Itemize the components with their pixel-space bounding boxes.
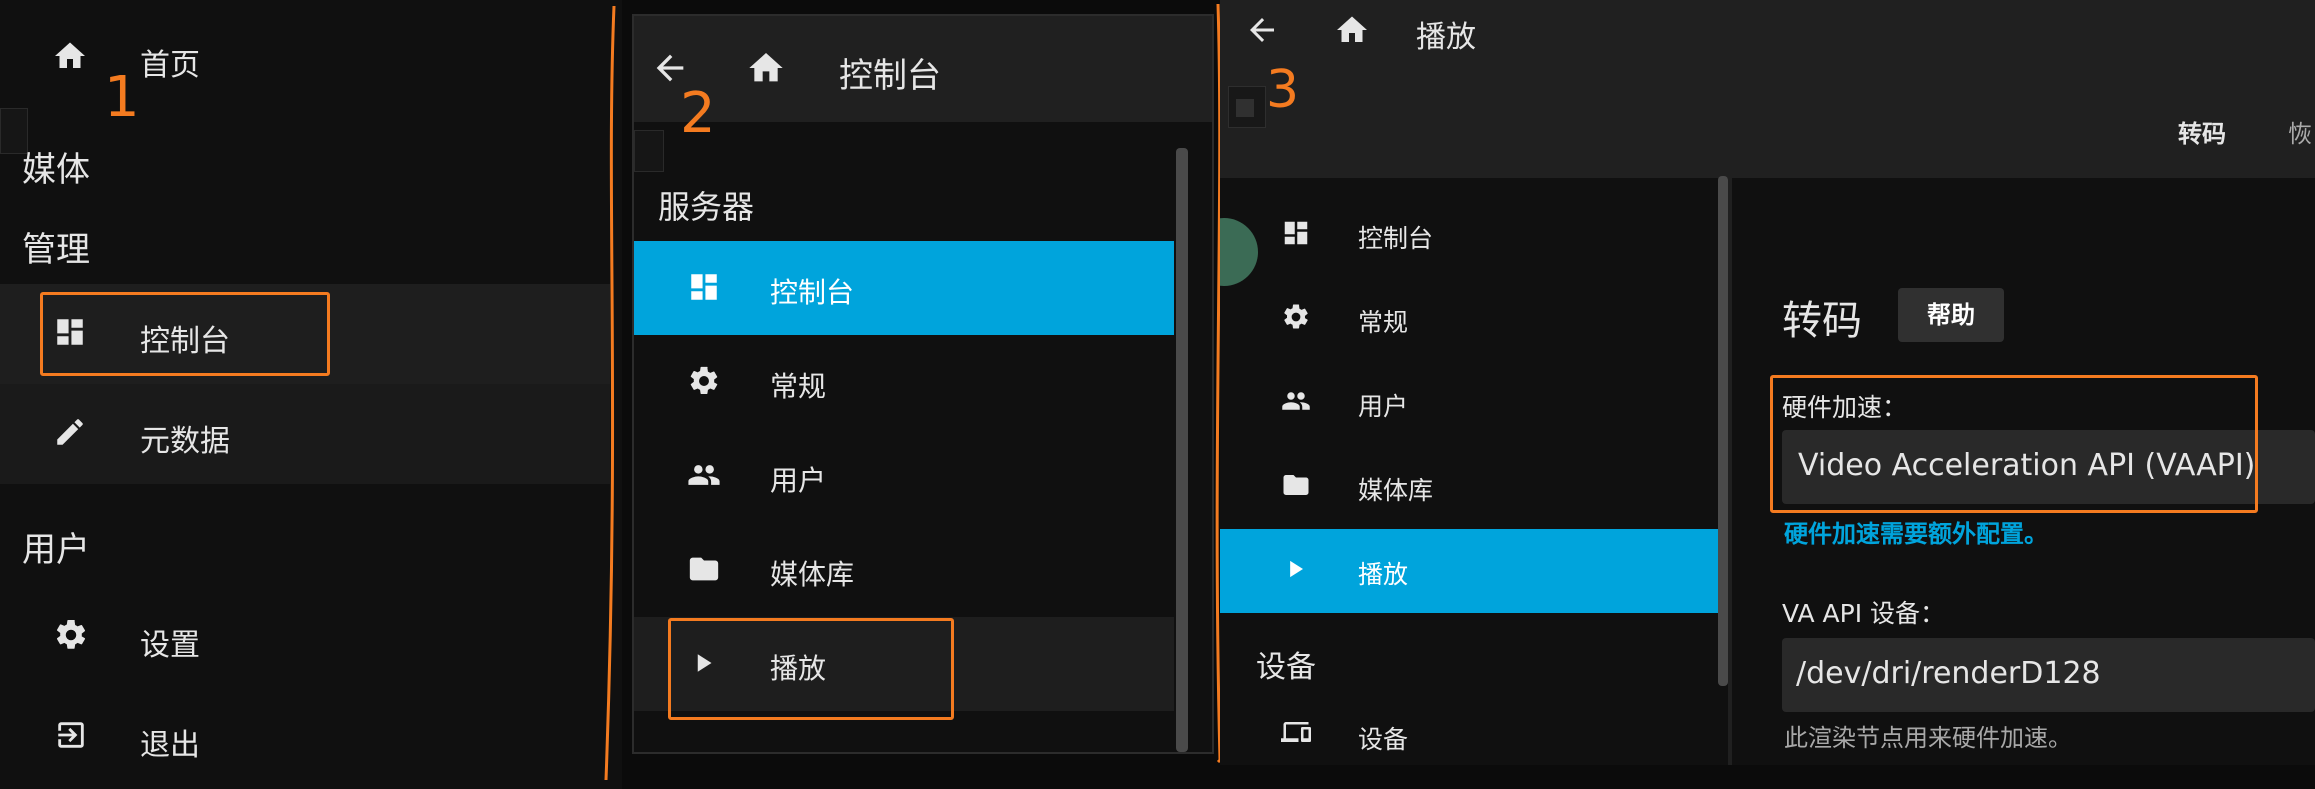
page-title: 转码 — [1782, 298, 1862, 344]
drawer-item-metadata[interactable]: 元数据 — [0, 384, 610, 484]
vaapi-device-help: 此渲染节点用来硬件加速。 — [1784, 724, 2072, 752]
nav-item-label: 用户 — [1358, 392, 1409, 421]
app-header: 控制台 — [634, 16, 1212, 122]
section-media: 媒体 — [22, 150, 90, 190]
users-icon — [684, 457, 724, 493]
highlight-box-hw-accel — [1770, 375, 2258, 513]
transcode-content: 转码 帮助 硬件加速： Video Acceleration API (VAAP… — [1732, 178, 2315, 765]
vaapi-device-label: VA API 设备： — [1782, 599, 1946, 628]
scrollbar[interactable] — [1176, 148, 1188, 752]
drawer-item-metadata-label: 元数据 — [140, 424, 230, 459]
panel-2-dashboard-drawer: 控制台 2 服务器 控制台 常规 用户 媒体库 播放 — [632, 14, 1214, 754]
section-server: 服务器 — [658, 188, 755, 226]
nav-item-label: 播放 — [1358, 560, 1409, 589]
highlight-box-playback — [668, 618, 954, 720]
nav-item-label: 控制台 — [770, 276, 855, 309]
gear-icon — [686, 363, 722, 399]
nav-item-label: 常规 — [770, 370, 827, 403]
back-arrow-icon[interactable] — [1242, 10, 1282, 50]
tab-transcode[interactable]: 转码 — [2178, 114, 2226, 149]
nav-item-dashboard[interactable]: 控制台 — [634, 241, 1174, 335]
drawer-item-settings[interactable]: 设置 — [0, 588, 610, 688]
nav-item-general[interactable]: 常规 — [634, 335, 1174, 429]
nav-item-label: 设备 — [1358, 725, 1409, 754]
home-icon — [50, 36, 90, 76]
faded-square-inner — [1236, 99, 1254, 117]
drawer-item-home[interactable]: 首页 — [0, 18, 610, 98]
gear-icon — [52, 616, 90, 654]
tab-next-partial[interactable]: 恢 — [2288, 114, 2312, 149]
hw-accel-note-link[interactable]: 硬件加速需要额外配置。 — [1784, 514, 2048, 549]
nav-item-users[interactable]: 用户 — [1220, 361, 1720, 445]
nav-item-label: 常规 — [1358, 308, 1409, 337]
orange-divider-1 — [604, 5, 616, 781]
nav-item-libraries[interactable]: 媒体库 — [634, 523, 1174, 617]
folder-icon — [1280, 469, 1312, 501]
section-user: 用户 — [22, 530, 90, 570]
drawer-item-home-label: 首页 — [140, 48, 200, 83]
vaapi-device-input[interactable]: /dev/dri/renderD128 — [1782, 638, 2315, 712]
drawer-item-logout[interactable]: 退出 — [0, 688, 610, 788]
nav-item-label: 媒体库 — [1358, 476, 1434, 505]
nav-item-label: 控制台 — [1358, 224, 1434, 253]
section-devices: 设备 — [1256, 650, 1316, 685]
panel-1-main-drawer: 首页 1 媒体 管理 控制台 元数据 用户 设置 退出 — [0, 0, 622, 789]
nav-item-label: 媒体库 — [770, 558, 855, 591]
nav-item-dashboard[interactable]: 控制台 — [1220, 193, 1720, 277]
panel-3-playback-settings: 播放 转码 恢 3 控制台 常规 用户 媒体库 播放 设备 设备 转码 帮助 硬… — [1220, 0, 2315, 765]
dashboard-icon — [686, 269, 722, 305]
nav-item-libraries[interactable]: 媒体库 — [1220, 445, 1720, 529]
play-icon — [1280, 553, 1312, 585]
header-title: 播放 — [1416, 20, 1476, 55]
devices-icon — [1278, 716, 1314, 748]
step-number-1: 1 — [104, 65, 140, 130]
help-button[interactable]: 帮助 — [1898, 288, 2004, 342]
highlight-box-dashboard — [40, 292, 330, 376]
drawer-item-logout-label: 退出 — [140, 728, 200, 763]
step-number-2: 2 — [680, 81, 716, 146]
pencil-icon — [52, 414, 88, 450]
drawer-item-settings-label: 设置 — [140, 628, 200, 663]
home-icon[interactable] — [744, 46, 788, 90]
step-number-3: 3 — [1266, 60, 1300, 120]
folder-icon — [686, 551, 722, 587]
logout-icon — [52, 716, 90, 754]
dashboard-icon — [1280, 217, 1312, 249]
header-title: 控制台 — [839, 56, 941, 96]
nav-item-users[interactable]: 用户 — [634, 429, 1174, 523]
settings-nav: 控制台 常规 用户 媒体库 播放 设备 设备 — [1220, 178, 1725, 765]
gear-icon — [1280, 301, 1312, 333]
nav-item-playback[interactable]: 播放 — [1220, 529, 1720, 613]
app-header: 播放 转码 恢 — [1220, 0, 2315, 178]
nav-item-devices[interactable]: 设备 — [1220, 698, 1720, 765]
section-admin: 管理 — [22, 230, 90, 270]
home-icon[interactable] — [1332, 10, 1372, 50]
scrollbar[interactable] — [1718, 176, 1728, 686]
users-icon — [1278, 385, 1314, 417]
nav-item-general[interactable]: 常规 — [1220, 277, 1720, 361]
nav-item-label: 用户 — [770, 464, 827, 497]
faded-square — [634, 130, 664, 172]
